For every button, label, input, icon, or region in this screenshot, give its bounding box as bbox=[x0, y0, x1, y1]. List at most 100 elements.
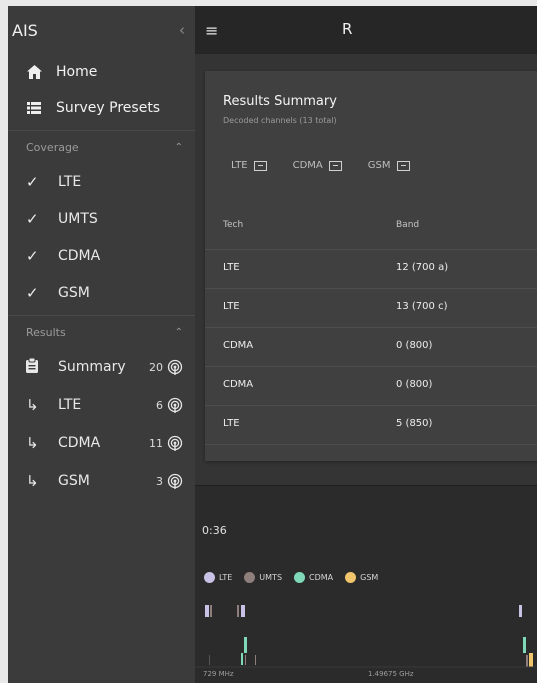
legend-label: CDMA bbox=[309, 573, 334, 582]
coverage-item-label: GSM bbox=[58, 284, 90, 301]
coverage-section-header[interactable]: Coverage ⌃ bbox=[8, 130, 195, 163]
results-item-cdma[interactable]: ↳ CDMA 11 bbox=[8, 424, 195, 462]
input-icon bbox=[396, 160, 410, 171]
table-row[interactable]: LTE 12 (700 a) bbox=[205, 249, 537, 288]
app-window: AIS ‹ Home Survey Presets Coverage ⌃ ✓ L… bbox=[8, 6, 537, 683]
results-item-lte[interactable]: ↳ LTE 6 bbox=[8, 386, 195, 424]
spectrum-panel: 0:36 LTE UMTS CDMA GSM 729 MHz 1.49675 G… bbox=[195, 485, 537, 683]
results-count: 20 bbox=[149, 360, 163, 374]
sidebar-header: AIS ‹ bbox=[8, 6, 195, 54]
filter-gsm[interactable]: GSM bbox=[368, 160, 410, 171]
results-section-header[interactable]: Results ⌃ bbox=[8, 315, 195, 348]
home-icon bbox=[26, 65, 42, 79]
filter-label: GSM bbox=[367, 160, 391, 171]
coverage-item-label: LTE bbox=[58, 173, 82, 190]
spectrum-bar bbox=[529, 653, 533, 667]
spectrum-bar bbox=[523, 637, 526, 653]
frequency-start-label: 729 MHz bbox=[203, 670, 234, 678]
coverage-item-label: UMTS bbox=[58, 210, 98, 227]
spectrum-bar bbox=[245, 655, 246, 665]
legend-item-umts[interactable]: UMTS bbox=[244, 572, 282, 583]
table-row[interactable]: LTE 5 (850) bbox=[205, 405, 537, 444]
signal-icon bbox=[167, 473, 183, 489]
filter-label: LTE bbox=[231, 160, 248, 171]
sidebar-item-label: Home bbox=[56, 64, 98, 80]
sidebar-item-survey-presets[interactable]: Survey Presets bbox=[8, 90, 195, 126]
spectrum-bar bbox=[237, 605, 239, 617]
hamburger-icon[interactable]: ≡ bbox=[205, 21, 218, 40]
section-title: Coverage bbox=[26, 140, 79, 154]
chevron-up-icon: ⌃ bbox=[174, 141, 183, 153]
spectrum-legend: LTE UMTS CDMA GSM bbox=[204, 572, 378, 583]
cell-tech: LTE bbox=[223, 301, 240, 312]
spectrum-chart[interactable] bbox=[195, 591, 537, 671]
card-title: Results Summary bbox=[223, 94, 337, 109]
results-item-label: CDMA bbox=[58, 435, 101, 451]
check-icon: ✓ bbox=[26, 172, 39, 191]
chevron-up-icon: ⌃ bbox=[174, 326, 183, 338]
filter-chips: LTE CDMA GSM bbox=[231, 160, 410, 171]
legend-item-lte[interactable]: LTE bbox=[204, 572, 232, 583]
coverage-item-lte[interactable]: ✓ LTE bbox=[8, 163, 195, 200]
cell-tech: CDMA bbox=[223, 340, 254, 351]
sidebar-item-home[interactable]: Home bbox=[8, 54, 195, 90]
coverage-item-umts[interactable]: ✓ UMTS bbox=[8, 200, 195, 237]
cell-band: 5 (850) bbox=[396, 418, 433, 429]
coverage-item-label: CDMA bbox=[58, 247, 101, 264]
table-row[interactable]: CDMA 0 (800) bbox=[205, 366, 537, 405]
clipboard-icon bbox=[26, 357, 42, 377]
column-header-band[interactable]: Band bbox=[396, 220, 419, 230]
coverage-item-cdma[interactable]: ✓ CDMA bbox=[8, 237, 195, 274]
app-title: AIS bbox=[12, 20, 38, 40]
legend-item-gsm[interactable]: GSM bbox=[345, 572, 378, 583]
legend-dot bbox=[294, 572, 306, 583]
subdirectory-arrow-icon: ↳ bbox=[26, 472, 39, 490]
cell-band: 13 (700 c) bbox=[396, 301, 448, 312]
legend-dot bbox=[244, 572, 256, 583]
list-icon bbox=[26, 102, 42, 114]
card-subtitle: Decoded channels (13 total) bbox=[223, 116, 337, 125]
table-row[interactable]: LTE 13 (700 c) bbox=[205, 288, 537, 327]
coverage-item-gsm[interactable]: ✓ GSM bbox=[8, 274, 195, 311]
top-bar: ≡ bbox=[195, 6, 537, 54]
table-row-partial[interactable] bbox=[205, 444, 537, 461]
results-item-label: Summary bbox=[58, 359, 126, 375]
spectrum-bar bbox=[244, 637, 247, 653]
spectrum-bar bbox=[241, 653, 243, 665]
frequency-mid-label: 1.49675 GHz bbox=[368, 670, 414, 678]
spectrum-bar bbox=[205, 605, 209, 617]
check-icon: ✓ bbox=[26, 246, 39, 265]
input-icon bbox=[253, 160, 267, 171]
column-header-tech[interactable]: Tech bbox=[223, 220, 243, 230]
spectrum-bar bbox=[255, 655, 256, 665]
results-item-summary[interactable]: Summary 20 bbox=[8, 348, 195, 386]
results-count: 11 bbox=[149, 436, 163, 450]
elapsed-time: 0:36 bbox=[202, 524, 227, 537]
spectrum-bar bbox=[210, 605, 212, 617]
results-count: 6 bbox=[156, 398, 163, 412]
legend-dot bbox=[345, 572, 357, 583]
table-header: Tech Band bbox=[205, 220, 537, 242]
main-content: Results Summary Decoded channels (13 tot… bbox=[195, 54, 537, 485]
cell-band: 0 (800) bbox=[396, 340, 433, 351]
sidebar-item-label: Survey Presets bbox=[56, 100, 161, 116]
filter-lte[interactable]: LTE bbox=[231, 160, 267, 171]
check-icon: ✓ bbox=[26, 209, 39, 228]
filter-cdma[interactable]: CDMA bbox=[293, 160, 342, 171]
signal-icon bbox=[167, 359, 183, 375]
legend-label: LTE bbox=[219, 573, 233, 582]
cell-tech: CDMA bbox=[223, 379, 254, 390]
cell-tech: LTE bbox=[223, 262, 240, 273]
results-item-label: LTE bbox=[58, 397, 82, 413]
spectrum-bar bbox=[241, 605, 245, 617]
spectrum-bar bbox=[526, 655, 528, 667]
legend-dot bbox=[204, 572, 215, 583]
legend-item-cdma[interactable]: CDMA bbox=[294, 572, 333, 583]
chevron-left-icon[interactable]: ‹ bbox=[179, 21, 185, 39]
signal-icon bbox=[167, 435, 183, 451]
results-item-gsm[interactable]: ↳ GSM 3 bbox=[8, 462, 195, 500]
table-row[interactable]: CDMA 0 (800) bbox=[205, 327, 537, 366]
results-item-label: GSM bbox=[58, 473, 90, 489]
cell-band: 0 (800) bbox=[396, 379, 433, 390]
input-icon bbox=[328, 160, 342, 171]
